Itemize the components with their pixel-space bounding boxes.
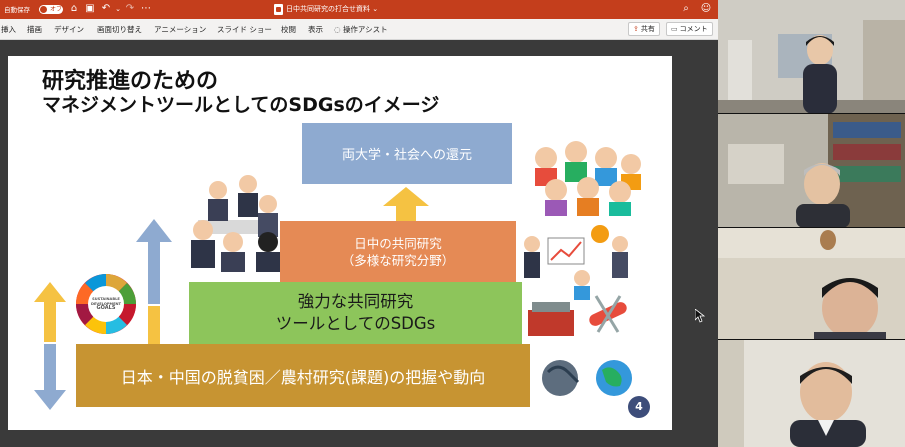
home-icon[interactable]: ⌂ bbox=[68, 3, 80, 15]
ribbon-tabs: 挿入 描画 デザイン 画面切り替え アニメーション スライド ショー 校閲 表示… bbox=[0, 19, 718, 40]
tab-animations[interactable]: アニメーション bbox=[154, 24, 206, 35]
share-button[interactable]: ⇪ 共有 bbox=[628, 22, 660, 36]
meeting-illustration bbox=[191, 175, 280, 272]
box-sdgs-tool-line2: ツールとしてのSDGs bbox=[275, 314, 436, 333]
save-icon[interactable]: ▣ bbox=[84, 3, 96, 15]
left-double-arrow bbox=[34, 282, 66, 410]
participant-2-video bbox=[718, 114, 905, 228]
app-root: 自動保存 オフ ⌂ ▣ ↶ ⌄ ↷ ⋯ 日中共同研究の打合せ資料 ⌄ ⌕ ☺ 挿… bbox=[0, 0, 905, 447]
tab-design[interactable]: デザイン bbox=[54, 24, 84, 35]
undo-dropdown-icon[interactable]: ⌄ bbox=[112, 3, 124, 15]
box-sdgs-tool[interactable]: 強力な共同研究 ツールとしてのSDGs bbox=[189, 282, 522, 344]
account-icon[interactable]: ☺ bbox=[700, 3, 712, 15]
video-tile-2[interactable] bbox=[718, 114, 905, 228]
participant-4-video bbox=[718, 340, 905, 447]
search-icon[interactable]: ⌕ bbox=[680, 3, 692, 15]
powerpoint-window: 自動保存 オフ ⌂ ▣ ↶ ⌄ ↷ ⋯ 日中共同研究の打合せ資料 ⌄ ⌕ ☺ 挿… bbox=[0, 0, 718, 447]
tab-review[interactable]: 校閲 bbox=[281, 24, 296, 35]
up-arrow-top bbox=[383, 187, 429, 221]
video-tile-4[interactable] bbox=[718, 340, 905, 447]
participant-1-video bbox=[718, 0, 905, 114]
tab-tell-me[interactable]: ◌ 操作アシスト bbox=[334, 24, 388, 35]
tab-transitions[interactable]: 画面切り替え bbox=[97, 24, 142, 35]
toggle-knob bbox=[40, 6, 47, 13]
undo-icon[interactable]: ↶ bbox=[100, 3, 112, 15]
participant-3-video bbox=[718, 228, 905, 340]
slide-canvas[interactable]: 研究推進のための マネジメントツールとしてのSDGsのイメージ 両大学・社会への… bbox=[0, 40, 718, 447]
lightbulb-icon: ◌ bbox=[334, 25, 341, 34]
globe-illustrations bbox=[542, 360, 632, 396]
more-icon[interactable]: ⋯ bbox=[140, 3, 152, 15]
comment-label: コメント bbox=[679, 25, 708, 33]
tab-draw[interactable]: 描画 bbox=[27, 24, 42, 35]
box-poverty-rural-research[interactable]: 日本・中国の脱貧困／農村研究(課題)の把握や動向 bbox=[76, 344, 530, 407]
sdgs-text-3: GOALS bbox=[96, 305, 116, 311]
document-title[interactable]: 日中共同研究の打合せ資料 ⌄ bbox=[286, 4, 378, 14]
comment-button[interactable]: ▭ コメント bbox=[666, 22, 713, 36]
title-chevron-icon: ⌄ bbox=[372, 5, 379, 13]
share-label: 共有 bbox=[640, 25, 655, 33]
box-joint-research[interactable]: 日中の共同研究 （多様な研究分野） bbox=[280, 221, 516, 282]
presentation-illustration bbox=[524, 225, 628, 300]
redo-icon[interactable]: ↷ bbox=[124, 3, 136, 15]
document-title-text: 日中共同研究の打合せ資料 bbox=[286, 5, 370, 13]
box-sdgs-tool-line1: 強力な共同研究 bbox=[297, 292, 414, 311]
tab-view[interactable]: 表示 bbox=[308, 24, 323, 35]
autosave-label: 自動保存 bbox=[4, 6, 30, 14]
mouse-cursor-icon bbox=[695, 309, 705, 323]
crowd-illustration bbox=[535, 141, 641, 216]
box-joint-research-line1: 日中の共同研究 bbox=[354, 235, 442, 251]
video-tile-1[interactable] bbox=[718, 0, 905, 114]
box-joint-research-line2: （多様な研究分野） bbox=[341, 252, 455, 268]
autosave-state: オフ bbox=[50, 6, 63, 13]
tell-me-label: 操作アシスト bbox=[342, 25, 388, 34]
title-bar: 自動保存 オフ ⌂ ▣ ↶ ⌄ ↷ ⋯ 日中共同研究の打合せ資料 ⌄ ⌕ ☺ bbox=[0, 0, 718, 19]
box-return-to-society[interactable]: 両大学・社会への還元 bbox=[302, 123, 512, 184]
slide[interactable]: 研究推進のための マネジメントツールとしてのSDGsのイメージ 両大学・社会への… bbox=[8, 56, 672, 430]
tab-insert[interactable]: 挿入 bbox=[1, 24, 16, 35]
autosave-toggle[interactable]: オフ bbox=[39, 5, 63, 14]
powerpoint-file-icon bbox=[274, 4, 283, 15]
tab-slideshow[interactable]: スライド ショー bbox=[217, 24, 272, 35]
page-number-badge: 4 bbox=[628, 396, 650, 418]
sdgs-wheel-text: SUSTAINABLE DEVELOPMENT GOALS bbox=[86, 297, 126, 311]
toolbox-illustration bbox=[528, 295, 627, 336]
comment-icon: ▭ bbox=[671, 25, 678, 33]
video-tile-3[interactable] bbox=[718, 228, 905, 340]
share-icon: ⇪ bbox=[633, 25, 639, 33]
